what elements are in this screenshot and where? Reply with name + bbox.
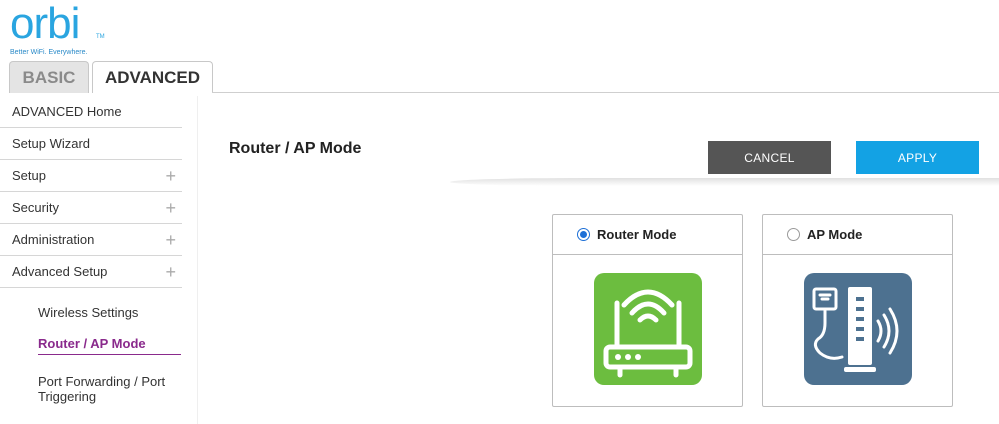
sidebar-subitem-port-forwarding[interactable]: Port Forwarding / Port Triggering <box>38 374 181 404</box>
router-mode-card[interactable]: Router Mode <box>552 214 743 407</box>
ap-mode-card[interactable]: AP Mode <box>762 214 953 407</box>
sidebar-item-label: Setup Wizard <box>12 136 91 151</box>
sidebar-item-advanced-setup[interactable]: Advanced Setup + <box>0 256 182 288</box>
logo-wordmark: orbi <box>10 0 80 48</box>
expand-plus-icon[interactable]: + <box>165 263 176 281</box>
sidebar-item-setup-wizard[interactable]: Setup Wizard <box>0 128 182 160</box>
orbi-logo: orbi TM <box>10 0 105 48</box>
sidebar-item-label: Setup <box>12 168 46 183</box>
router-icon <box>594 273 702 385</box>
brand-tagline: Better WiFi. Everywhere. <box>10 49 88 56</box>
header-shadow-divider <box>450 178 999 186</box>
sidebar-item-label: Administration <box>12 232 95 247</box>
sidebar-item-advanced-home[interactable]: ADVANCED Home <box>0 96 182 128</box>
sidebar-subitem-router-ap-mode[interactable]: Router / AP Mode <box>38 336 181 355</box>
sidebar-item-label: Security <box>12 200 59 215</box>
sidebar-item-setup[interactable]: Setup + <box>0 160 182 192</box>
page-title: Router / AP Mode <box>229 140 362 157</box>
mode-tabs: BASIC ADVANCED <box>9 61 213 93</box>
cancel-button[interactable]: CANCEL <box>708 141 831 174</box>
ap-mode-radio[interactable] <box>787 228 800 241</box>
router-mode-radio[interactable] <box>577 228 590 241</box>
tab-advanced[interactable]: ADVANCED <box>92 61 213 93</box>
ap-mode-option[interactable]: AP Mode <box>763 215 952 255</box>
sidebar-item-security[interactable]: Security + <box>0 192 182 224</box>
apply-button[interactable]: APPLY <box>856 141 979 174</box>
ap-mode-label: AP Mode <box>807 227 863 242</box>
router-mode-option[interactable]: Router Mode <box>553 215 742 255</box>
expand-plus-icon[interactable]: + <box>165 231 176 249</box>
logo-trademark: TM <box>96 34 105 40</box>
tab-basic[interactable]: BASIC <box>9 61 89 93</box>
router-mode-label: Router Mode <box>597 227 677 242</box>
sidebar-item-label: Advanced Setup <box>12 264 108 279</box>
tab-divider <box>212 92 999 93</box>
sidebar-subitem-wireless-settings[interactable]: Wireless Settings <box>38 305 181 320</box>
expand-plus-icon[interactable]: + <box>165 199 176 217</box>
access-point-icon <box>804 273 912 385</box>
sidebar-item-administration[interactable]: Administration + <box>0 224 182 256</box>
sidebar: ADVANCED Home Setup Wizard Setup + Secur… <box>0 96 198 424</box>
expand-plus-icon[interactable]: + <box>165 167 176 185</box>
sidebar-item-label: ADVANCED Home <box>12 104 122 119</box>
